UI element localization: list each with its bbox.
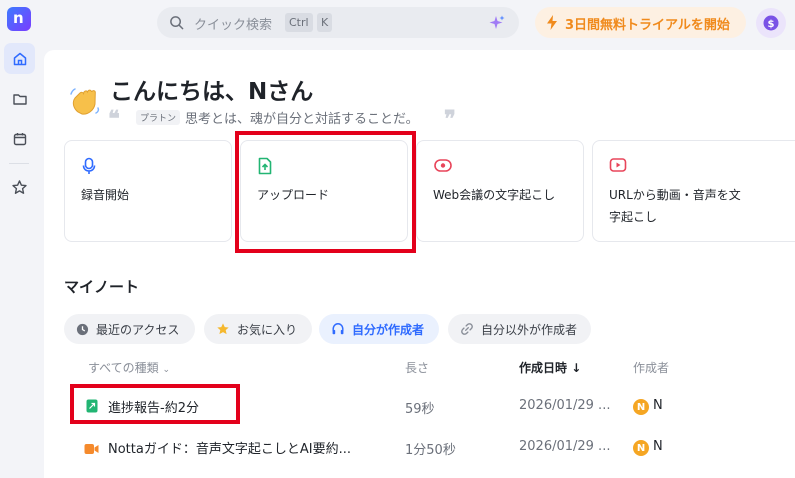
meeting-icon	[433, 157, 453, 179]
link-icon	[460, 322, 474, 336]
coin-icon[interactable]: $	[756, 8, 786, 38]
filter-mine-label: 自分が作成者	[352, 322, 425, 337]
logo-letter: n	[13, 9, 24, 27]
video-icon	[609, 157, 627, 177]
note-creator: N	[653, 439, 663, 454]
lightning-icon	[547, 15, 557, 30]
filter-recent-label: 最近のアクセス	[96, 322, 180, 337]
microphone-icon	[81, 157, 97, 179]
note-title[interactable]: Nottaガイド：音声文字起こしとAI要約...	[108, 438, 351, 457]
open-quote-icon: ❝	[108, 106, 120, 132]
search-input[interactable]: クイック検索	[194, 14, 272, 33]
column-creator[interactable]: 作成者	[633, 359, 669, 376]
filter-mine[interactable]: 自分が作成者	[319, 314, 439, 344]
sort-down-icon: ↓	[571, 361, 582, 375]
url-label-line1: URLから動画・音声を文	[609, 188, 741, 202]
star-icon[interactable]	[4, 172, 35, 203]
note-length: 59秒	[405, 402, 435, 417]
search-bar[interactable]: クイック検索 Ctrl K	[157, 7, 519, 38]
folder-icon[interactable]	[4, 83, 35, 114]
free-trial-button[interactable]: 3日間無料トライアルを開始	[535, 7, 746, 38]
shortcut-ctrl: Ctrl	[285, 13, 313, 32]
record-card[interactable]: 録音開始	[64, 140, 232, 242]
filter-others-label: 自分以外が作成者	[481, 322, 578, 337]
search-icon	[170, 16, 184, 30]
home-icon[interactable]	[4, 43, 35, 74]
url-transcribe-card[interactable]: URLから動画・音声を文 字起こし	[592, 140, 795, 242]
creator-avatar: N	[633, 440, 649, 456]
note-highlight-box	[70, 384, 240, 424]
left-rail: n	[0, 0, 44, 478]
shortcut-k: K	[317, 13, 333, 32]
note-creator: N	[653, 398, 663, 413]
calendar-icon[interactable]	[4, 123, 35, 154]
web-meeting-card[interactable]: Web会議の文字起こし	[416, 140, 584, 242]
upload-highlight-box	[235, 131, 416, 253]
greeting-title: こんにちは、Nさん	[110, 79, 314, 105]
quote-author: プラトン	[136, 110, 181, 125]
column-created-sort[interactable]: 作成日時 ↓	[519, 359, 581, 376]
filter-favorites-label: お気に入り	[237, 322, 298, 337]
headphones-icon	[331, 322, 345, 336]
quote-text: 思考とは、魂が自分と対話することだ。	[185, 112, 419, 127]
column-length[interactable]: 長さ	[405, 359, 429, 376]
column-type: すべての種類	[88, 361, 159, 375]
ai-sparkle-icon[interactable]	[488, 14, 506, 32]
filter-favorites[interactable]: お気に入り	[204, 314, 312, 344]
type-filter-dropdown[interactable]: すべての種類 ⌄	[88, 359, 170, 376]
web-meeting-label: Web会議の文字起こし	[433, 188, 556, 202]
record-label: 録音開始	[81, 188, 130, 202]
free-trial-label: 3日間無料トライアルを開始	[565, 18, 730, 33]
close-quote-icon: ❞	[444, 106, 456, 132]
url-label-line2: 字起こし	[609, 210, 658, 224]
note-date: 2026/01/29 ...	[519, 439, 611, 454]
star-icon	[216, 322, 230, 336]
note-date: 2026/01/29 ...	[519, 398, 611, 413]
app-logo-icon[interactable]: n	[7, 7, 31, 31]
clock-icon	[76, 323, 89, 336]
chevron-down-icon: ⌄	[162, 365, 171, 375]
filter-others[interactable]: 自分以外が作成者	[448, 314, 591, 344]
waving-hand-icon	[68, 82, 104, 126]
filter-recent[interactable]: 最近のアクセス	[64, 314, 195, 344]
note-length: 1分50秒	[405, 443, 456, 458]
url-transcribe-label: URLから動画・音声を文 字起こし	[609, 184, 741, 228]
my-notes-title: マイノート	[64, 278, 140, 296]
rail-divider	[9, 163, 29, 164]
note-video-icon	[84, 440, 99, 459]
main-panel: こんにちは、Nさん ❝ プラトン 思考とは、魂が自分と対話することだ。 ❞ 録音…	[44, 50, 795, 478]
svg-text:$: $	[768, 19, 775, 30]
column-created: 作成日時	[519, 361, 568, 375]
creator-avatar: N	[633, 399, 649, 415]
